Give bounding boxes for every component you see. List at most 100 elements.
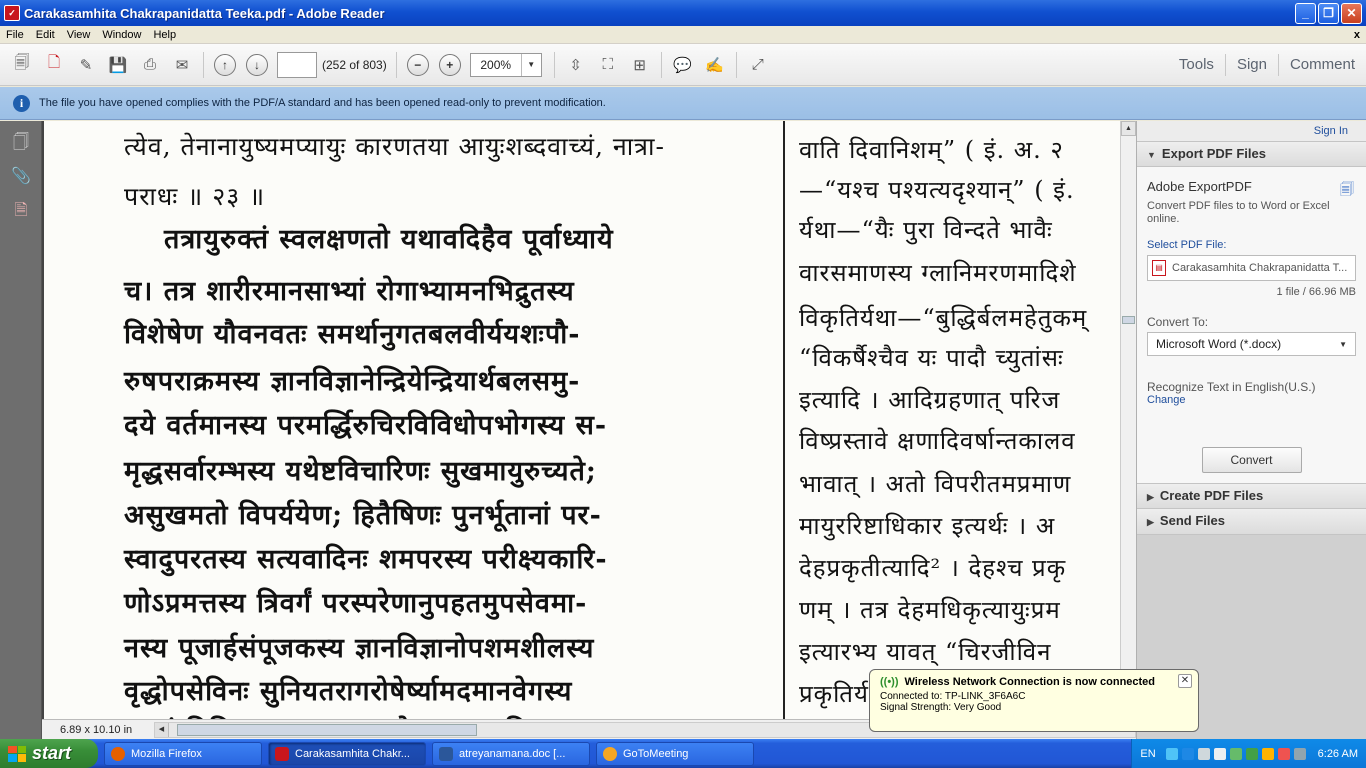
word-icon	[439, 746, 453, 761]
file-count: 1 file / 66.96 MB	[1276, 286, 1357, 298]
page-layout-icon[interactable]: ⊞	[626, 51, 654, 79]
zoom-out-button[interactable]: −	[404, 51, 432, 79]
taskbar-item-firefox[interactable]: Mozilla Firefox	[104, 741, 262, 766]
create-pdf-icon[interactable]: 🗐	[8, 51, 36, 79]
menu-help[interactable]: Help	[147, 29, 182, 41]
wireless-icon[interactable]	[1229, 747, 1242, 760]
toolbar-separator	[395, 51, 397, 78]
chevron-down-icon[interactable]: ▼	[520, 53, 541, 76]
toolbar-separator	[660, 51, 662, 78]
signatures-icon[interactable]: 🗎	[9, 199, 33, 223]
sign-in-label[interactable]: Sign In	[1314, 125, 1348, 137]
text-line: —“यश्च पश्यत्यदृश्यान्” ( इं.	[799, 176, 1075, 204]
create-pdf-red-icon[interactable]: 🗋	[40, 51, 68, 79]
change-language-link[interactable]: Change	[1147, 394, 1356, 406]
network-notification[interactable]: ((•)) Wireless Network Connection is now…	[869, 669, 1199, 732]
horizontal-scrollbar-thumb[interactable]	[177, 723, 477, 736]
text-line: णम् । तत्र देहमधिकृत्यायुःप्रम	[799, 596, 1061, 624]
settings-icon[interactable]	[1277, 747, 1290, 760]
text-line: वृद्धोपसेविनः सुनियतरागरोषेर्ष्यामदमानवे…	[124, 676, 573, 707]
full-screen-icon[interactable]: ⤢	[744, 51, 772, 79]
notification-title: Wireless Network Connection is now conne…	[904, 676, 1156, 688]
display-icon[interactable]	[1293, 747, 1306, 760]
tab-sign[interactable]: Sign	[1226, 56, 1278, 73]
bluetooth-icon[interactable]	[1181, 747, 1194, 760]
page-thumbnails-icon[interactable]: 🗍	[9, 131, 33, 155]
scrolling-mode-icon[interactable]: ⇳	[562, 51, 590, 79]
navigation-pane: 🗍 📎 🗎	[0, 121, 42, 739]
taskbar-item-adobe-reader[interactable]: Carakasamhita Chakr...	[268, 741, 426, 766]
page-number-input[interactable]	[277, 51, 317, 78]
volume-icon[interactable]	[1213, 747, 1226, 760]
tab-comment[interactable]: Comment	[1279, 56, 1366, 73]
menu-view[interactable]: View	[61, 29, 97, 41]
send-files-header-label: Send Files	[1159, 513, 1225, 528]
tab-tools[interactable]: Tools	[1168, 56, 1225, 73]
text-line: दये वर्तमानस्य परमर्द्धिरुचिरविविधोपभोगस…	[124, 410, 608, 441]
taskbar-item-gotomeeting[interactable]: GoToMeeting	[596, 741, 754, 766]
scroll-up-icon[interactable]: ▲	[1121, 121, 1136, 136]
email-icon[interactable]: ✉	[168, 51, 196, 79]
select-file-label: Select PDF File:	[1147, 239, 1227, 251]
export-pdf-header[interactable]: ▼ Export PDF Files	[1137, 141, 1366, 167]
text-line: वारसमाणस्य ग्लानिमरणमादिशे	[799, 259, 1077, 287]
close-button[interactable]: ✕	[1341, 2, 1362, 24]
close-icon[interactable]: ✕	[1178, 674, 1192, 688]
sticky-note-icon[interactable]: 💬	[669, 51, 697, 79]
menu-bar: File Edit View Window Help x	[0, 26, 1366, 44]
text-line: इत्यादि । आदिग्रहणात् परिज	[799, 386, 1061, 414]
toolbar-separator	[735, 51, 737, 78]
close-document-button[interactable]: x	[1348, 29, 1366, 41]
language-indicator[interactable]: EN	[1140, 748, 1155, 760]
clock[interactable]: 6:26 AM	[1318, 748, 1358, 760]
tools-panel: Sign In ▼ Export PDF Files Adobe ExportPD…	[1136, 121, 1366, 745]
convert-to-select[interactable]: Microsoft Word (*.docx) ▼	[1147, 332, 1356, 356]
toolbar-separator	[553, 51, 555, 78]
usb-icon[interactable]	[1197, 747, 1210, 760]
attachments-icon[interactable]: 📎	[9, 165, 33, 189]
text-line: भावात् । अतो विपरीतमप्रमाण	[799, 470, 1072, 498]
edit-document-icon[interactable]: ✎	[72, 51, 100, 79]
fit-page-icon[interactable]: ⛶	[594, 51, 622, 79]
zoom-select[interactable]: 200% ▼	[469, 52, 542, 77]
convert-to-value: Microsoft Word (*.docx)	[1156, 337, 1282, 351]
scroll-left-icon[interactable]: ◀	[155, 722, 169, 737]
convert-button[interactable]: Convert	[1201, 447, 1302, 473]
highlight-icon[interactable]: ✍	[701, 51, 729, 79]
send-files-header[interactable]: ▶ Send Files	[1137, 509, 1366, 535]
zoom-in-button[interactable]: +	[436, 51, 464, 79]
toolbar-separator	[203, 51, 204, 78]
create-pdf-header[interactable]: ▶ Create PDF Files	[1137, 483, 1366, 509]
text-line: स्वादुपरतस्य सत्यवादिनः शमपरस्य परीक्ष्य…	[124, 544, 608, 575]
antivirus-icon[interactable]	[1245, 747, 1258, 760]
selected-file-field[interactable]: ▤ Carakasamhita Chakrapanidatta T...	[1147, 255, 1356, 281]
save-icon[interactable]: 💾	[104, 51, 132, 79]
sign-in-link[interactable]: Sign In	[1137, 121, 1366, 141]
pdf-file-icon: ▤	[1152, 260, 1166, 276]
menu-edit[interactable]: Edit	[30, 29, 61, 41]
window-title: Carakasamhita Chakrapanidatta Teeka.pdf …	[24, 5, 385, 21]
triangle-right-icon: ▶	[1147, 492, 1154, 502]
taskbar-item-word[interactable]: atreyanamana.doc [...	[432, 741, 590, 766]
minimize-button[interactable]: _	[1295, 2, 1316, 24]
start-button[interactable]: start	[0, 739, 98, 768]
scrollbar-thumb[interactable]	[1122, 316, 1135, 324]
network-icon[interactable]	[1165, 747, 1178, 760]
taskbar-item-label: GoToMeeting	[623, 747, 689, 760]
flower-icon[interactable]	[1261, 747, 1274, 760]
print-icon[interactable]: ⎙	[136, 51, 164, 79]
taskbar-item-label: Carakasamhita Chakr...	[295, 747, 410, 760]
menu-window[interactable]: Window	[96, 29, 147, 41]
chevron-down-icon: ▼	[1339, 339, 1347, 349]
document-view[interactable]: त्येव, तेनानायुष्यमप्यायुः कारणतया आयुःश…	[42, 121, 1120, 719]
export-info-icon[interactable]: 🗐	[1340, 179, 1356, 197]
next-page-button[interactable]: ↓	[243, 51, 271, 79]
notification-signal: Signal Strength: Very Good	[880, 702, 1002, 713]
menu-file[interactable]: File	[0, 29, 30, 41]
restore-button[interactable]: ❐	[1318, 2, 1339, 24]
pdf-page: त्येव, तेनानायुष्यमप्यायुः कारणतया आयुःश…	[42, 121, 1120, 719]
selected-file-name: Carakasamhita Chakrapanidatta T...	[1172, 262, 1348, 274]
vertical-scrollbar[interactable]: ▲	[1120, 121, 1136, 719]
triangle-down-icon: ▼	[1147, 150, 1156, 160]
previous-page-button[interactable]: ↑	[211, 51, 239, 79]
